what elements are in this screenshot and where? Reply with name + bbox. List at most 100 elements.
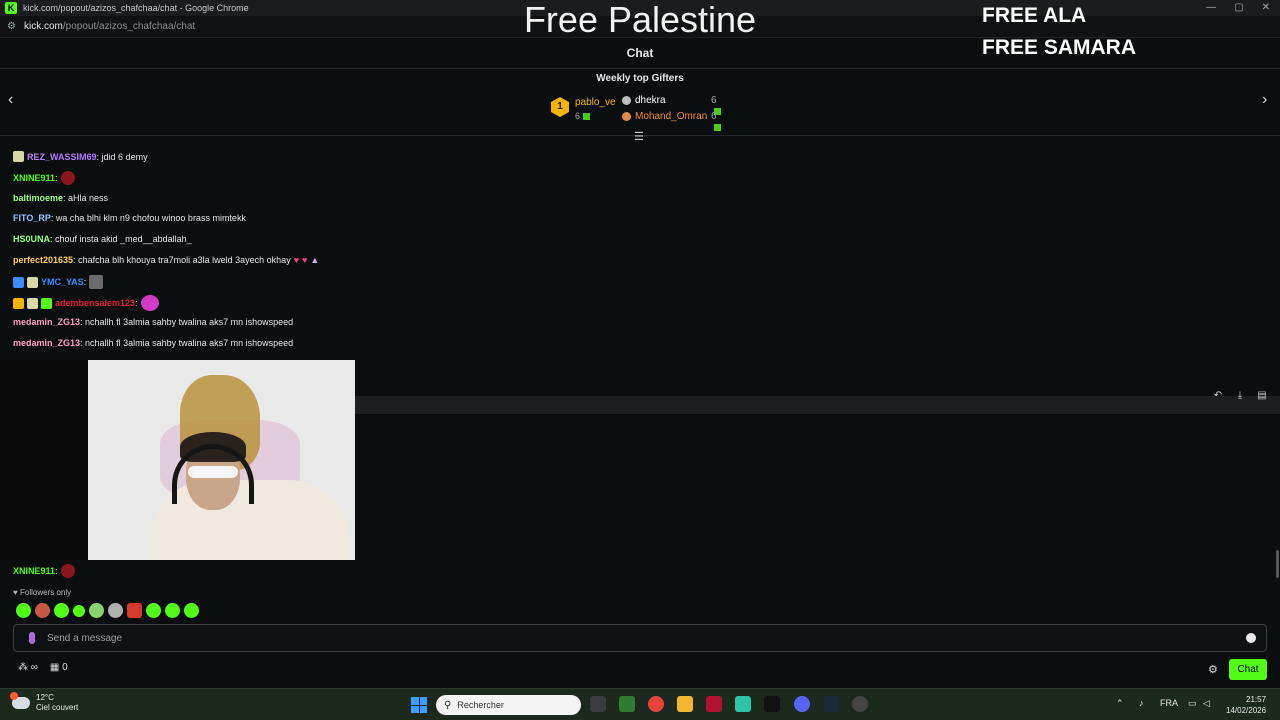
language-indicator[interactable]: FRA bbox=[1160, 698, 1178, 708]
weather-temp: 12°C bbox=[36, 693, 54, 702]
chat-message[interactable]: medamin_ZG13: nchallh fl 3almia sahby tw… bbox=[13, 338, 293, 348]
emote-icon[interactable] bbox=[184, 603, 199, 618]
chat-username[interactable]: FITO_RP bbox=[13, 213, 51, 223]
windows-taskbar: 12°C Ciel couvert ⚲ Rechercher ⌃ ♪ FRA ▭ … bbox=[0, 688, 1280, 720]
chat-message[interactable]: XNINE911: bbox=[13, 564, 75, 578]
webcam-video bbox=[0, 360, 355, 560]
emote-icon[interactable] bbox=[108, 603, 123, 618]
prev-arrow-icon[interactable]: ‹ bbox=[8, 91, 13, 109]
microphone-icon[interactable]: ♪ bbox=[1139, 698, 1144, 708]
chat-username[interactable]: medamin_ZG13 bbox=[13, 338, 80, 348]
url-host: kick.com bbox=[23, 21, 63, 32]
chat-message[interactable]: REZ_WASSIM69: jdid 6 demy bbox=[13, 151, 148, 162]
app-icon[interactable] bbox=[619, 696, 635, 712]
task-view-icon[interactable] bbox=[590, 696, 606, 712]
emote-icon[interactable] bbox=[127, 603, 142, 618]
emote-icon[interactable] bbox=[35, 603, 50, 618]
next-arrow-icon[interactable]: › bbox=[1262, 91, 1267, 109]
steam-icon[interactable] bbox=[823, 696, 839, 712]
heart-emoji-icon: ♥ bbox=[293, 255, 300, 265]
overlay-title: Free Palestine bbox=[523, 0, 757, 40]
emoji-picker-icon[interactable] bbox=[1246, 633, 1256, 643]
chat-text: aHla ness bbox=[68, 193, 109, 203]
chat-message-input[interactable] bbox=[47, 632, 1197, 644]
chat-message[interactable]: adembensalem123: bbox=[13, 295, 159, 311]
chat-message[interactable]: perfect201635: chafcha blh khouya tra7mo… bbox=[13, 255, 319, 265]
site-settings-icon[interactable]: ⚙ bbox=[7, 21, 16, 32]
emote-icon bbox=[140, 295, 159, 311]
gift-count[interactable]: ▦ 0 bbox=[50, 662, 68, 673]
chat-username[interactable]: XNINE911 bbox=[13, 566, 55, 576]
app-icon[interactable] bbox=[706, 696, 722, 712]
window-controls: — ▢ ✕ bbox=[1206, 2, 1270, 13]
volume-icon[interactable]: ◁ bbox=[1203, 698, 1210, 709]
scrollbar[interactable] bbox=[1276, 550, 1279, 578]
chat-message[interactable]: baltimoeme: aHla ness bbox=[13, 193, 108, 203]
gear-icon[interactable]: ⚙ bbox=[1208, 663, 1218, 676]
chat-text: wa cha blhi klm n9 chofou winoo brass mi… bbox=[55, 213, 246, 223]
chrome-icon[interactable] bbox=[648, 696, 664, 712]
chat-username[interactable]: baltimoeme bbox=[13, 193, 63, 203]
cloud-icon bbox=[10, 692, 30, 709]
taskbar-search-label: Rechercher bbox=[457, 700, 504, 710]
chat-username[interactable]: XNINE911 bbox=[13, 173, 55, 183]
close-icon[interactable]: ✕ bbox=[1262, 2, 1270, 13]
chat-username[interactable]: perfect201635 bbox=[13, 255, 73, 265]
app-icon[interactable] bbox=[735, 696, 751, 712]
message-hover-row[interactable] bbox=[355, 396, 1280, 414]
chat-message[interactable]: HS0UNA: chouf insta akid _med__abdallah_ bbox=[13, 234, 192, 244]
followers-only-label: Followers only bbox=[19, 588, 72, 597]
url-text[interactable]: kick.com/popout/azizos_chafchaa/chat bbox=[24, 21, 195, 32]
emote-bar bbox=[16, 603, 199, 618]
chat-rules-icon[interactable]: ⁂ ∞ bbox=[18, 662, 38, 673]
tray-overflow-icon[interactable]: ⌃ bbox=[1116, 698, 1124, 709]
gifter-row: dhekra 6 bbox=[622, 95, 721, 115]
emote-icon[interactable] bbox=[165, 603, 180, 618]
chat-input-box[interactable] bbox=[13, 624, 1267, 652]
weather-widget[interactable]: 12°C Ciel couvert bbox=[10, 692, 78, 713]
windows-start-icon[interactable] bbox=[411, 697, 427, 713]
chat-username[interactable]: adembensalem123 bbox=[55, 298, 135, 308]
collapse-arrow-icon[interactable]: ☰ bbox=[634, 130, 644, 143]
discord-icon[interactable] bbox=[794, 696, 810, 712]
chat-text: chafcha blh khouya tra7moli a3la lweld 3… bbox=[78, 255, 291, 265]
gifter-name[interactable]: pablo_ve bbox=[575, 97, 616, 108]
emote-icon[interactable] bbox=[73, 605, 85, 617]
gifter-count: 6 bbox=[711, 111, 721, 133]
chat-message[interactable]: XNINE911: bbox=[13, 171, 75, 185]
emote-icon[interactable] bbox=[89, 603, 104, 618]
emote-icon[interactable] bbox=[16, 603, 31, 618]
undo-icon[interactable]: ↶ bbox=[1208, 387, 1228, 405]
app-icon[interactable] bbox=[852, 696, 868, 712]
pin-icon[interactable]: ⤓ bbox=[1230, 387, 1250, 405]
emote-icon[interactable] bbox=[146, 603, 161, 618]
chat-message[interactable]: YMC_YAS: bbox=[13, 275, 104, 289]
maximize-icon[interactable]: ▢ bbox=[1234, 2, 1243, 13]
minimize-icon[interactable]: — bbox=[1206, 2, 1216, 13]
gifter-name[interactable]: Mohand_Omran bbox=[635, 111, 707, 122]
rank-2-badge-icon bbox=[622, 95, 631, 105]
chat-header-title: Chat bbox=[626, 46, 654, 60]
taskbar-search[interactable]: ⚲ Rechercher bbox=[436, 695, 581, 715]
voice-icon[interactable] bbox=[29, 632, 35, 644]
chat-message[interactable]: FITO_RP: wa cha blhi klm n9 chofou winoo… bbox=[13, 213, 246, 223]
search-icon: ⚲ bbox=[444, 699, 452, 711]
chat-text: jdid 6 demy bbox=[101, 151, 148, 162]
gifter-name[interactable]: dhekra bbox=[635, 95, 666, 106]
emote-icon[interactable] bbox=[54, 603, 69, 618]
chat-message[interactable]: medamin_ZG13: nchallh fl 3almia sahby tw… bbox=[13, 317, 293, 327]
file-explorer-icon[interactable] bbox=[677, 696, 693, 712]
window-title: kick.com/popout/azizos_chafchaa/chat - G… bbox=[23, 3, 249, 13]
video-sunglasses bbox=[188, 466, 238, 478]
chat-username[interactable]: REZ_WASSIM69 bbox=[27, 152, 97, 162]
taskbar-clock[interactable]: 21:57 14/02/2026 bbox=[1226, 694, 1266, 716]
network-icon[interactable]: ▭ bbox=[1188, 698, 1197, 709]
emote-icon bbox=[89, 275, 104, 289]
chat-username[interactable]: medamin_ZG13 bbox=[13, 317, 80, 327]
chat-username[interactable]: HS0UNA bbox=[13, 234, 50, 244]
delete-icon[interactable]: ▤ bbox=[1252, 387, 1272, 405]
kick-favicon-icon: K bbox=[5, 2, 17, 14]
send-chat-button[interactable]: Chat bbox=[1229, 659, 1267, 680]
app-icon[interactable] bbox=[764, 696, 780, 712]
chat-username[interactable]: YMC_YAS bbox=[41, 277, 84, 287]
